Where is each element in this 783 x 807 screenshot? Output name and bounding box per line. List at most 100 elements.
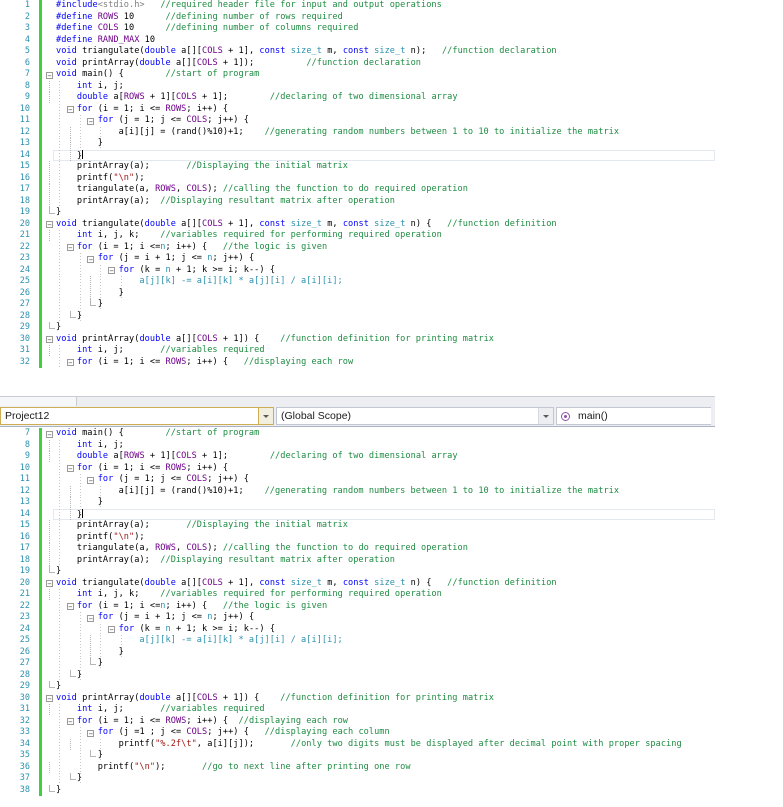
code-line[interactable]: 30 − void printArray(double a[][COLS + 1])… [0,692,715,704]
code-line[interactable]: 31 int i, j; //variables required [0,345,715,357]
code-line[interactable]: 34 printf("%.2f\t", a[i][j]); //only two… [0,738,715,750]
code-line[interactable]: 21 int i, j, k; //variables required for… [0,589,715,601]
code-text: void printArray(double a[][COLS + 1]); /… [56,58,421,70]
code-line[interactable]: 9 double a[ROWS + 1][COLS + 1]; //declar… [0,451,715,463]
chevron-down-icon[interactable] [258,408,273,424]
line-number: 4 [24,34,30,45]
code-token: ); [134,531,145,542]
code-line[interactable]: 11− for (j = 1; j <= COLS; j++) { [0,474,715,486]
code-line[interactable]: 20 − void triangulate(double a[][COLS + 1]… [0,218,715,230]
code-line[interactable]: 25 a[j][k] -= a[i][k] * a[j][i] / a[i][i… [0,635,715,647]
line-number: 18 [19,195,30,206]
code-line[interactable]: 18 printArray(a); //Displaying resultant… [0,195,715,207]
code-line[interactable]: 31 int i, j; //variables required [0,704,715,716]
code-line[interactable]: 12 a[i][j] = (rand()%10)+1; //generating… [0,485,715,497]
code-line[interactable]: 33− for (j =1 ; j <= COLS; j++) { //disp… [0,727,715,739]
code-line[interactable]: 23− for (j = i + 1; j <= n; j++) { [0,253,715,265]
code-line[interactable]: 17 triangulate(a, ROWS, COLS); //calling… [0,543,715,555]
code-line[interactable]: 2 #define ROWS 10 //defining number of ro… [0,11,715,23]
code-line[interactable]: 15 printArray(a); //Displaying the initi… [0,161,715,173]
symbol-dropdown[interactable]: main() [556,407,711,425]
code-token: a[][ [170,57,197,68]
code-line[interactable]: 29} [0,681,715,693]
project-dropdown[interactable]: Project12 [0,407,274,425]
splitter-scroll-thumb[interactable] [0,397,77,406]
code-line[interactable]: 26 } [0,646,715,658]
code-line[interactable]: 16 printf("\n"); [0,172,715,184]
code-line[interactable]: 24− for (k = n + 1; k >= i; k--) { [0,264,715,276]
code-token: const [342,46,375,56]
code-lines-bottom[interactable]: 7− void main() { //start of program 8 int … [0,428,715,796]
code-line[interactable]: 28 } [0,310,715,322]
editor-pane-bottom[interactable]: 7− void main() { //start of program 8 int … [0,428,715,807]
code-line[interactable]: 5 void triangulate(double a[][COLS + 1], … [0,46,715,58]
code-token: a[ [108,451,124,461]
code-token: COLS [202,218,223,229]
editor-pane-top[interactable]: 1 #include<stdio.h> //required header fil… [0,0,715,396]
code-line[interactable]: 23− for (j = i + 1; j <= n; j++) { [0,612,715,624]
code-line[interactable]: 10− for (i = 1; i <= ROWS; i++) { [0,103,715,115]
code-line[interactable]: 25 a[j][k] -= a[i][k] * a[j][i] / a[i][i… [0,276,715,288]
code-line[interactable]: 13 } [0,497,715,509]
code-line[interactable]: 19} [0,207,715,219]
code-line[interactable]: 27 } [0,299,715,311]
code-line[interactable]: 3 #define COLS 10 //defining number of co… [0,23,715,35]
code-line[interactable]: 30 − void printArray(double a[][COLS + 1])… [0,333,715,345]
fold-toggle-icon[interactable]: − [46,221,53,229]
code-token: const [259,218,291,229]
code-line[interactable]: 10− for (i = 1; i <= ROWS; i++) { [0,462,715,474]
code-line[interactable]: 21 int i, j, k; //variables required for… [0,230,715,242]
code-line[interactable]: 32− for (i = 1; i <= ROWS; i++) { //disp… [0,715,715,727]
code-line[interactable]: 32− for (i = 1; i <= ROWS; i++) { //disp… [0,356,715,368]
code-line[interactable]: 22− for (i = 1; i <=n; i++) { //the logi… [0,241,715,253]
code-line[interactable]: 14 } [0,149,715,161]
code-line[interactable]: 29} [0,322,715,334]
code-line[interactable]: 7 − void main() { //start of program [0,428,715,440]
code-lines-top[interactable]: 1 #include<stdio.h> //required header fil… [0,0,715,368]
code-token: printArray(a); [56,554,161,565]
code-line[interactable]: 6 void printArray(double a[][COLS + 1]); … [0,57,715,70]
code-line[interactable]: 28 } [0,669,715,681]
code-line[interactable]: 17 triangulate(a, ROWS, COLS); //calling… [0,184,715,196]
line-number: 12 [19,126,30,137]
code-line[interactable]: 15 printArray(a); //Displaying the initi… [0,520,715,532]
code-token: a[i][j] = (rand()%10)+1; [56,126,265,137]
code-line[interactable]: 1 #include<stdio.h> //required header fil… [0,0,715,12]
code-line[interactable]: 19} [0,566,715,578]
code-line[interactable]: 8 int i, j; [0,80,715,92]
code-line[interactable]: 11− for (j = 1; j <= COLS; j++) { [0,115,715,127]
code-line[interactable]: 13 } [0,138,715,150]
code-line[interactable]: 18 printArray(a); //Displaying resultant… [0,554,715,566]
code-line[interactable]: 38} [0,784,715,796]
fold-toggle-icon[interactable]: − [46,71,53,79]
code-line[interactable]: 35 } [0,750,715,762]
code-line[interactable]: 22− for (i = 1; i <=n; i++) { //the logi… [0,600,715,612]
code-line[interactable]: 20 − void triangulate(double a[][COLS + 1]… [0,577,715,589]
code-line[interactable]: 37 } [0,773,715,785]
chevron-down-icon[interactable] [538,408,553,424]
code-line[interactable]: 7 − void main() { //start of program [0,69,715,81]
fold-toggle-icon[interactable]: − [46,695,53,703]
code-line[interactable]: 4 #define RAND_MAX 10 [0,34,715,46]
scope-dropdown[interactable]: (Global Scope) [276,407,554,425]
line-number: 22 [19,600,30,611]
code-line[interactable]: 9 double a[ROWS + 1][COLS + 1]; //declar… [0,92,715,104]
line-number: 33 [19,727,30,737]
code-line[interactable]: 8 int i, j; [0,439,715,451]
code-line[interactable]: 24− for (k = n + 1; k >= i; k--) { [0,623,715,635]
code-line[interactable]: 26 } [0,287,715,299]
fold-toggle-icon[interactable]: − [46,430,53,438]
code-line[interactable]: 12 a[i][j] = (rand()%10)+1; //generating… [0,126,715,138]
fold-toggle-icon[interactable]: − [46,336,53,344]
change-indicator-bar [39,161,42,173]
code-line[interactable]: 36 printf("\n"); //go to next line after… [0,761,715,773]
code-line[interactable]: 16 printf("\n"); [0,531,715,543]
fold-toggle-icon[interactable]: − [46,580,53,588]
code-line[interactable]: 27 } [0,658,715,670]
code-token: + 1][ [144,92,176,102]
code-line[interactable]: 14 } [0,508,715,520]
